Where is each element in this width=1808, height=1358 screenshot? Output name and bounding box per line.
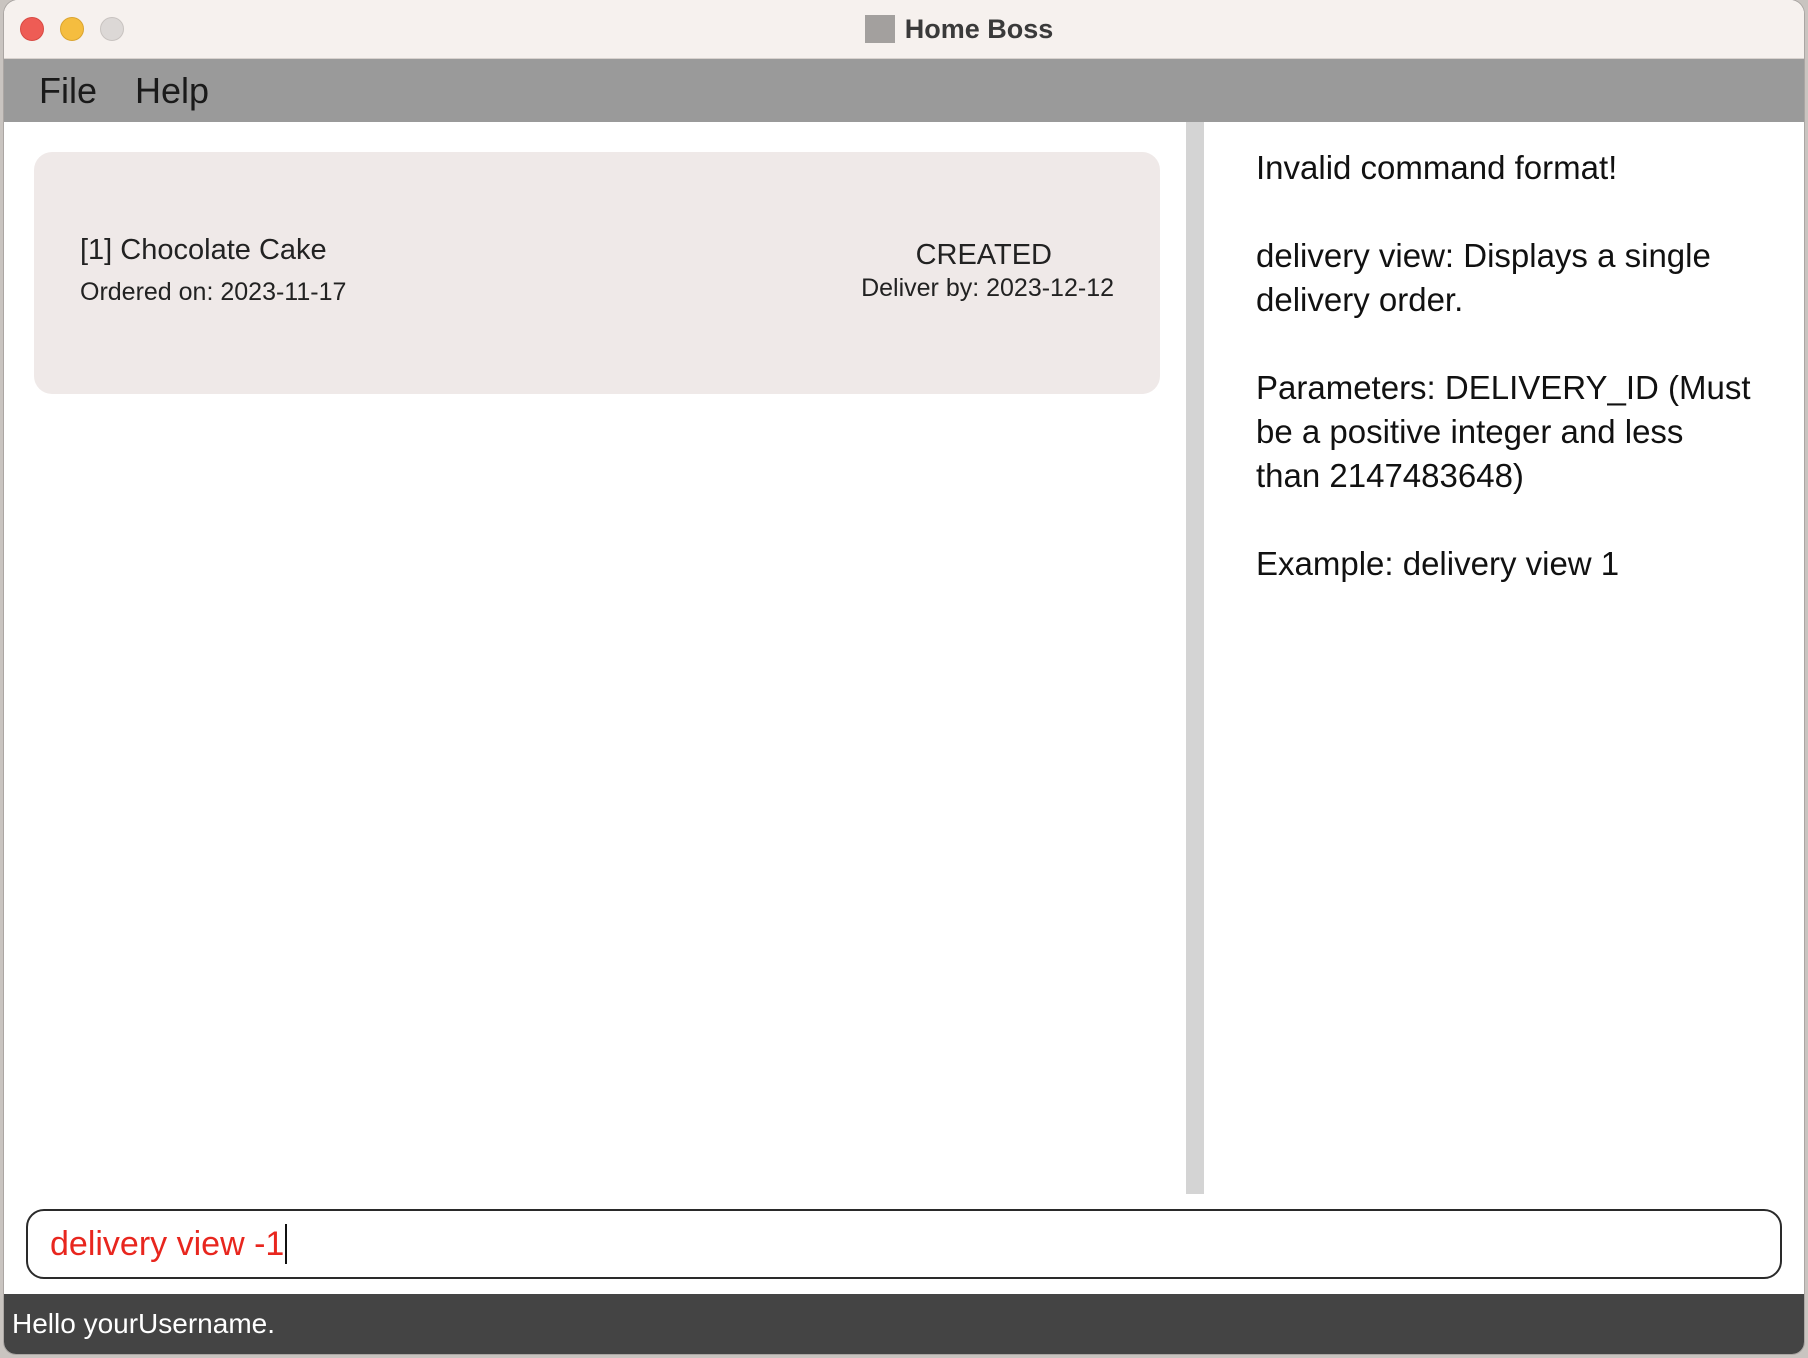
split-pane-divider[interactable] — [1186, 122, 1204, 1194]
window-title: Home Boss — [904, 13, 1054, 44]
menu-file[interactable]: File — [20, 70, 116, 112]
result-display-panel: Invalid command format! delivery view: D… — [1204, 122, 1804, 1194]
title-bar[interactable]: Home Boss — [4, 0, 1804, 59]
app-icon — [864, 15, 895, 43]
command-box[interactable]: delivery view -1 — [26, 1209, 1782, 1279]
app-window: Home Boss File Help [1] Chocolate Cake O… — [4, 0, 1804, 1354]
delivery-list-panel[interactable]: [1] Chocolate Cake Ordered on: 2023-11-1… — [4, 122, 1186, 1194]
command-input-area: delivery view -1 — [4, 1194, 1804, 1294]
result-display-text: Invalid command format! delivery view: D… — [1256, 149, 1751, 582]
delivery-card[interactable]: [1] Chocolate Cake Ordered on: 2023-11-1… — [34, 152, 1160, 394]
title-container: Home Boss — [4, 0, 1804, 58]
menu-bar: File Help — [4, 59, 1804, 122]
delivery-deliver-by-date: Deliver by: 2023-12-12 — [861, 274, 1114, 302]
text-caret — [285, 1224, 288, 1264]
menu-help[interactable]: Help — [116, 70, 228, 112]
command-input-text[interactable]: delivery view -1 — [50, 1225, 284, 1264]
delivery-title: [1] Chocolate Cake — [80, 234, 327, 266]
status-message: Hello yourUsername. — [12, 1308, 275, 1339]
delivery-ordered-date: Ordered on: 2023-11-17 — [80, 278, 347, 306]
status-bar: Hello yourUsername. — [4, 1294, 1804, 1354]
delivery-status-badge: CREATED — [915, 239, 1052, 271]
